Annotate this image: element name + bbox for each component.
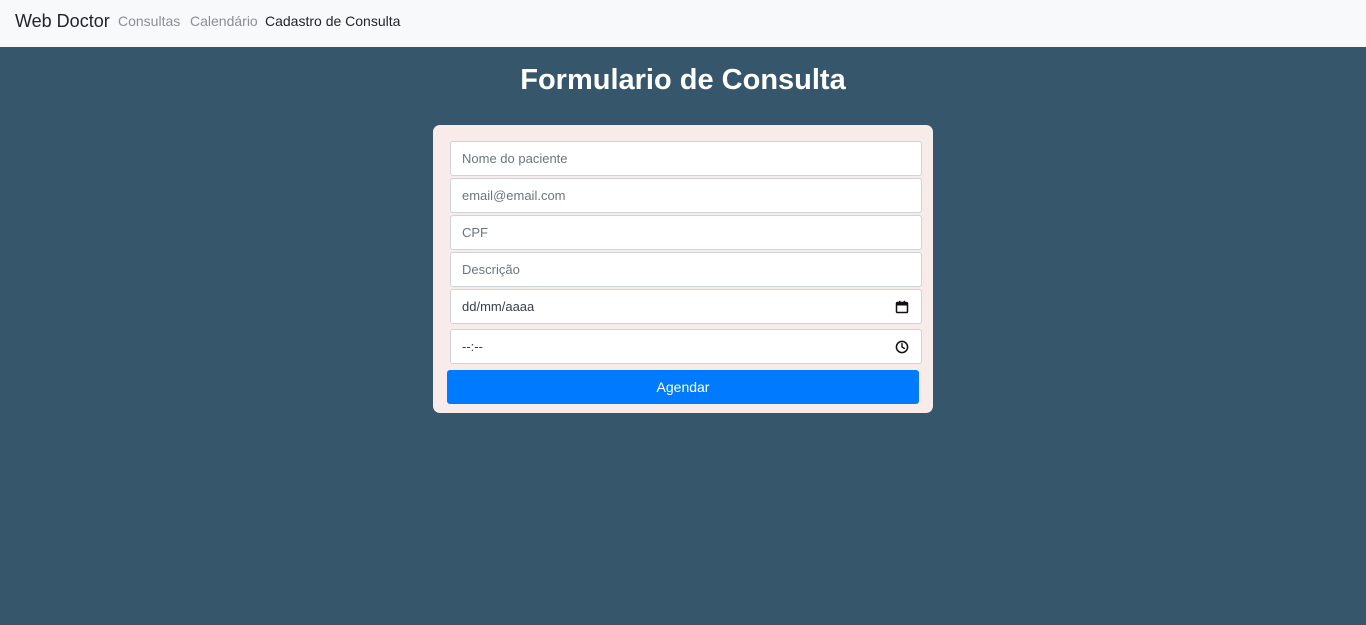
cpf-field bbox=[450, 215, 922, 250]
consulta-form: dd/mm/aaaa --:-- Agendar bbox=[433, 125, 933, 413]
email-field bbox=[450, 178, 922, 213]
nome-input[interactable] bbox=[462, 151, 910, 166]
page-title: Formulario de Consulta bbox=[520, 64, 846, 96]
descricao-field bbox=[450, 252, 922, 287]
email-input[interactable] bbox=[462, 188, 910, 203]
nav-link-cadastro[interactable]: Cadastro de Consulta bbox=[265, 13, 400, 29]
time-value: --:-- bbox=[462, 339, 483, 354]
date-input[interactable]: dd/mm/aaaa bbox=[450, 289, 922, 324]
nome-field bbox=[450, 141, 922, 176]
date-value: dd/mm/aaaa bbox=[462, 299, 535, 314]
descricao-input[interactable] bbox=[462, 262, 910, 277]
brand-link[interactable]: Web Doctor bbox=[15, 11, 110, 32]
nav-link-calendario[interactable]: Calendário bbox=[190, 13, 258, 29]
cpf-input[interactable] bbox=[462, 225, 910, 240]
calendar-icon[interactable] bbox=[895, 300, 909, 314]
nav-link-consultas[interactable]: Consultas bbox=[118, 13, 180, 29]
agendar-button[interactable]: Agendar bbox=[447, 370, 919, 404]
clock-icon[interactable] bbox=[895, 340, 909, 354]
navbar: Web Doctor Consultas Calendário Cadastro… bbox=[0, 0, 1366, 47]
time-input[interactable]: --:-- bbox=[450, 329, 922, 364]
